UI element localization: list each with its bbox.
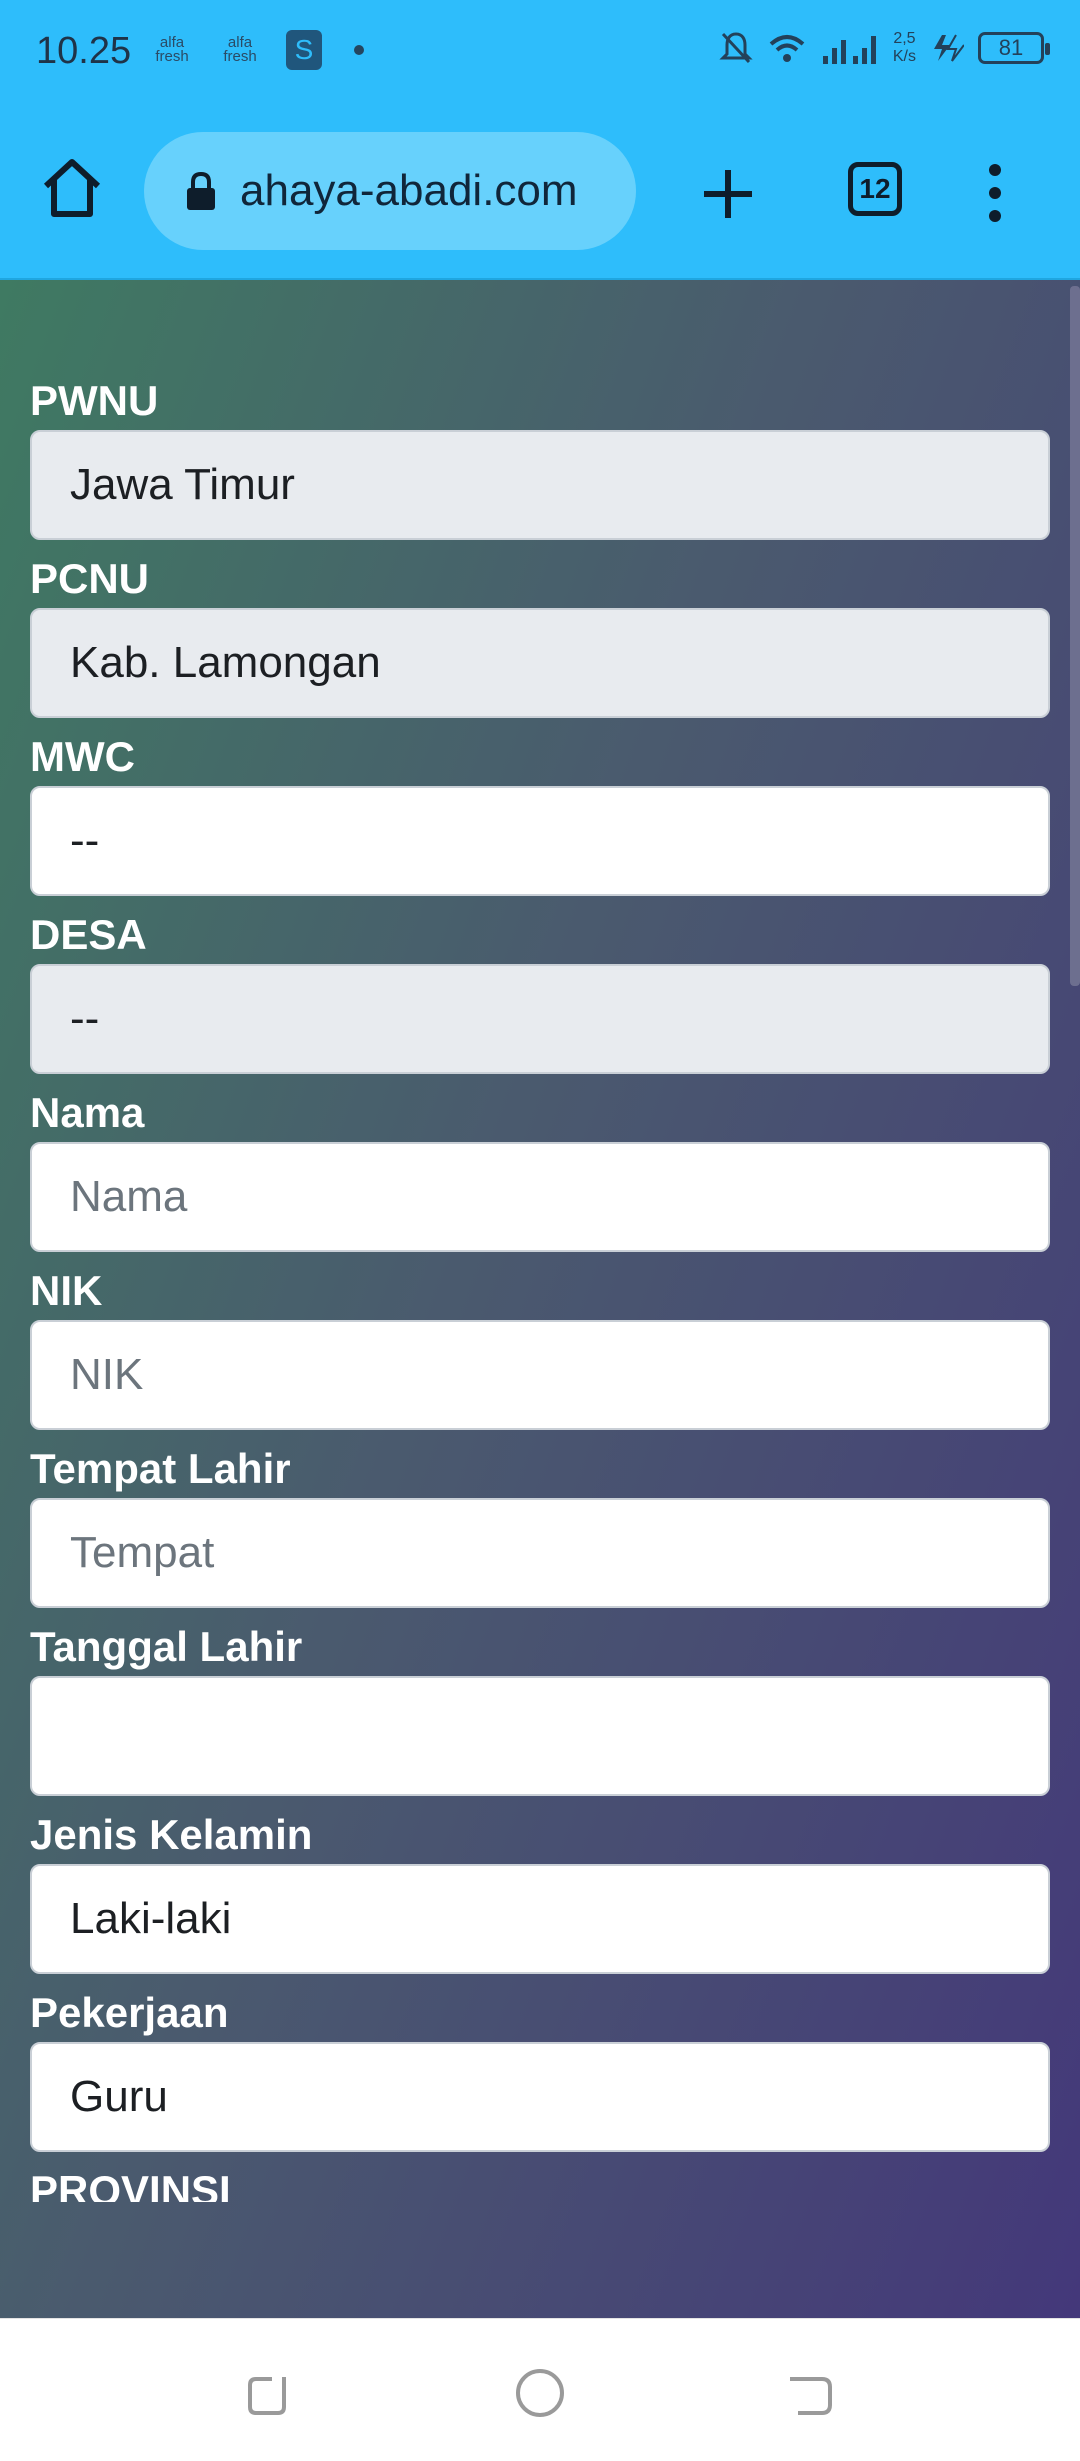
desa-label: DESA bbox=[30, 911, 147, 958]
status-bar: 10.25 alfa fresh alfa fresh S 2,5 K/s 81 bbox=[0, 0, 1080, 112]
system-nav-bar bbox=[0, 2318, 1080, 2461]
lock-icon bbox=[187, 171, 215, 210]
pcnu-field[interactable]: Kab. Lamongan bbox=[30, 608, 1050, 718]
address-bar[interactable]: ahaya-abadi.com bbox=[144, 132, 636, 250]
desa-value: -- bbox=[70, 994, 100, 1043]
nama-placeholder: Nama bbox=[70, 1172, 188, 1221]
notification-icons: alfa fresh alfa fresh S bbox=[150, 30, 364, 70]
tempat-lahir-input[interactable]: Tempat bbox=[30, 1498, 1050, 1608]
pekerjaan-value: Guru bbox=[70, 2072, 168, 2121]
jenis-kelamin-select[interactable]: Laki-laki bbox=[30, 1864, 1050, 1974]
new-tab-plus-icon[interactable] bbox=[700, 166, 756, 222]
alfa-fresh-icon: alfa fresh bbox=[155, 34, 189, 65]
pcnu-label: PCNU bbox=[30, 555, 150, 602]
pwnu-field[interactable]: Jawa Timur bbox=[30, 430, 1050, 540]
nik-input[interactable]: NIK bbox=[30, 1320, 1050, 1430]
mwc-select[interactable]: -- bbox=[30, 786, 1050, 896]
tempat-lahir-label: Tempat Lahir bbox=[30, 1445, 291, 1492]
recent-apps-icon[interactable] bbox=[244, 2367, 296, 2419]
scrollbar[interactable] bbox=[1070, 286, 1080, 986]
tempat-lahir-placeholder: Tempat bbox=[70, 1528, 215, 1577]
battery-level: 81 bbox=[998, 35, 1024, 60]
nik-label: NIK bbox=[30, 1267, 103, 1314]
tab-switcher-button[interactable]: 12 bbox=[848, 162, 902, 216]
tanggal-lahir-input[interactable] bbox=[30, 1676, 1050, 1796]
alfa-fresh-icon: alfa fresh bbox=[223, 34, 257, 65]
provinsi-label: PROVINSI bbox=[30, 2167, 231, 2202]
pcnu-value: Kab. Lamongan bbox=[70, 638, 381, 687]
jenis-kelamin-value: Laki-laki bbox=[70, 1894, 232, 1943]
pekerjaan-label: Pekerjaan bbox=[30, 1989, 229, 2036]
mute-bell-icon bbox=[719, 32, 753, 64]
more-notifications-dot-icon bbox=[354, 45, 364, 55]
shopping-bag-icon: S bbox=[286, 30, 322, 70]
url-text: ahaya-abadi.com bbox=[240, 166, 578, 215]
jenis-kelamin-label: Jenis Kelamin bbox=[30, 1811, 313, 1858]
back-nav-icon[interactable] bbox=[784, 2367, 836, 2419]
nama-label: Nama bbox=[30, 1089, 145, 1136]
web-page: PWNU Jawa Timur PCNU Kab. Lamongan MWC -… bbox=[0, 280, 1080, 2318]
charging-icon bbox=[934, 34, 964, 62]
overflow-menu-icon[interactable] bbox=[980, 162, 1010, 224]
home-icon[interactable] bbox=[38, 154, 106, 222]
network-speed: 2,5 K/s bbox=[892, 30, 916, 65]
registration-form: PWNU Jawa Timur PCNU Kab. Lamongan MWC -… bbox=[30, 372, 1050, 2202]
desa-select[interactable]: -- bbox=[30, 964, 1050, 1074]
mwc-label: MWC bbox=[30, 733, 135, 780]
system-icons: 2,5 K/s 81 bbox=[719, 30, 1050, 66]
nama-input[interactable]: Nama bbox=[30, 1142, 1050, 1252]
pwnu-value: Jawa Timur bbox=[70, 460, 295, 509]
battery-icon: 81 bbox=[978, 32, 1050, 64]
tanggal-lahir-label: Tanggal Lahir bbox=[30, 1623, 303, 1670]
clock: 10.25 bbox=[36, 30, 132, 72]
browser-toolbar: ahaya-abadi.com 12 bbox=[0, 112, 1080, 280]
signal-icon bbox=[822, 36, 876, 64]
mwc-value: -- bbox=[70, 816, 100, 865]
nik-placeholder: NIK bbox=[70, 1350, 144, 1399]
pwnu-label: PWNU bbox=[30, 377, 159, 424]
wifi-icon bbox=[769, 35, 805, 62]
pekerjaan-select[interactable]: Guru bbox=[30, 2042, 1050, 2152]
home-nav-icon[interactable] bbox=[514, 2367, 566, 2419]
